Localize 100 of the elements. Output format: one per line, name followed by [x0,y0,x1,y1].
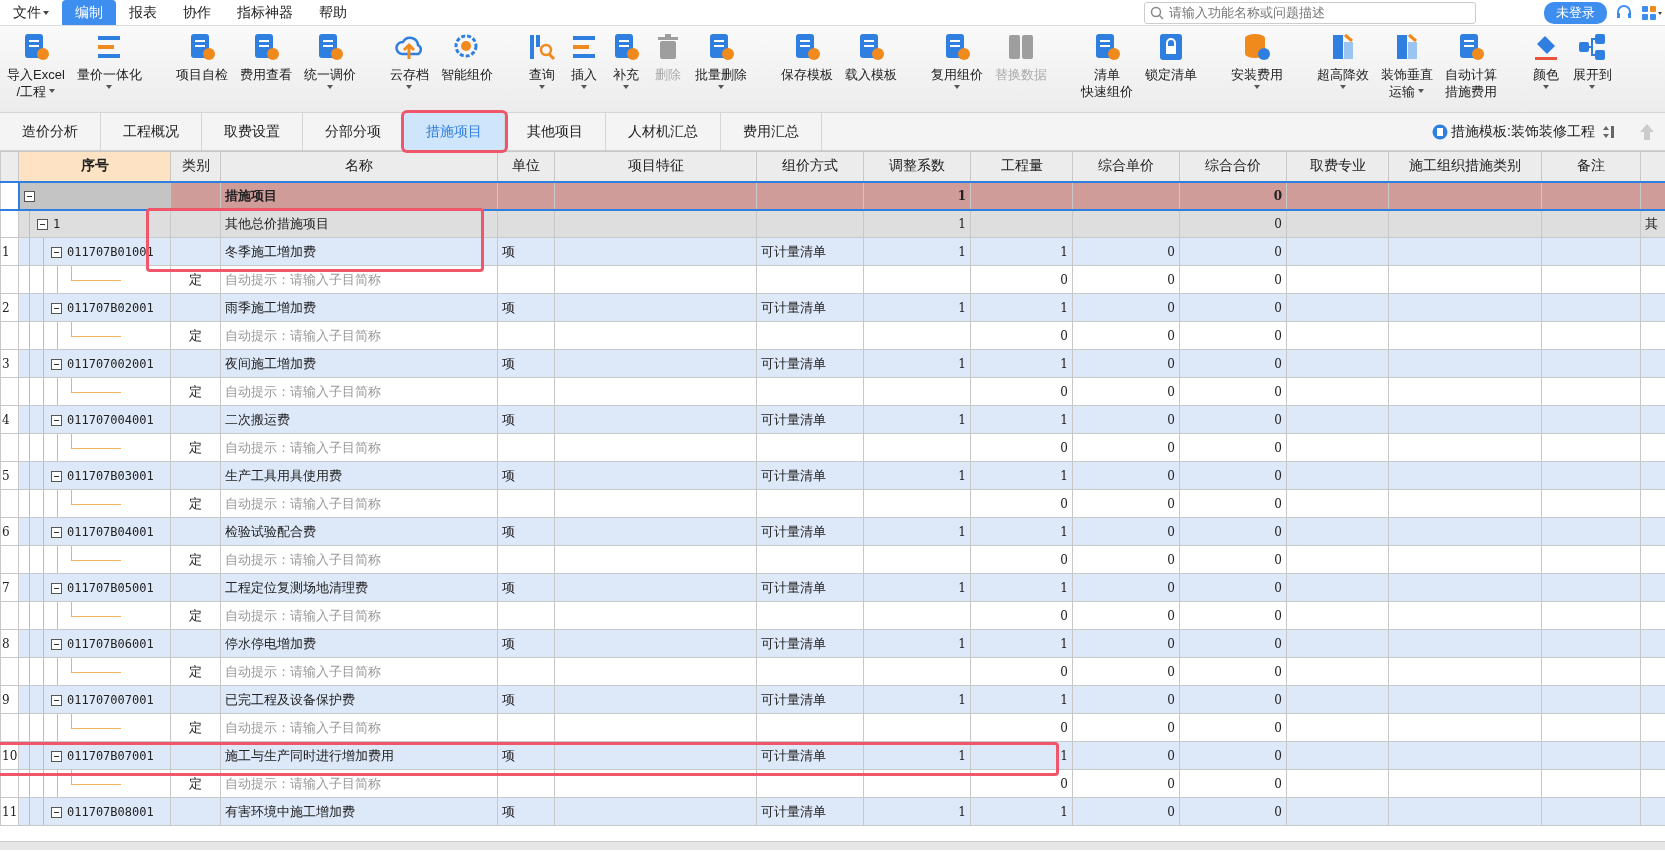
toolbar-button[interactable]: 清单 快速组价 [1077,26,1136,112]
toolbar-button[interactable]: 装饰垂直 运输 [1377,26,1436,112]
table-cell: 有害环境中施工增加费 [220,797,498,826]
table-cell: 1 [970,349,1073,378]
menu-item[interactable]: 报表 [116,0,170,25]
table-cell: 冬季施工增加费 [220,237,498,266]
row-code: 011707007001 [67,692,154,707]
column-header[interactable]: 备注 [1541,151,1641,182]
table-cell: 0 [1072,573,1180,602]
search-field[interactable]: 请输入功能名称或问题描述 [1144,1,1476,24]
table-cell: 1 [970,685,1073,714]
table-cell: 雨季施工增加费 [220,293,498,322]
column-header[interactable]: 综合合价 [1179,151,1287,182]
toolbar-button[interactable]: 锁定清单 [1141,26,1200,112]
toolbar-button[interactable]: 插入 [565,26,602,112]
sort-icon[interactable] [1602,123,1616,140]
collapse-icon[interactable] [51,414,62,426]
table-cell: 自动提示：请输入子目简称 [220,321,498,350]
toolbar-button[interactable]: 超高降效 [1313,26,1372,112]
collapse-icon[interactable] [51,526,62,538]
table-cell: 0 [1179,797,1287,826]
table-cell: 0 [970,601,1073,630]
collapse-icon[interactable] [51,358,62,370]
column-header[interactable]: 取费专业 [1286,151,1389,182]
table-cell: 1 [970,405,1073,434]
toolbar-button[interactable]: 颜色 [1527,26,1564,112]
row-code: 011707B07001 [67,748,154,763]
table-cell: 可计量清单 [756,237,864,266]
row-number: 2 [0,293,19,322]
collapse-icon[interactable] [23,190,35,202]
menu-item[interactable]: 指标神器 [224,0,306,25]
toolbar-button[interactable]: 费用查看 [236,26,295,112]
toolbar-button[interactable]: 智能组价 [437,26,496,112]
table-cell: 1 [863,629,971,658]
row-number: 4 [0,405,19,434]
apps-icon[interactable] [1641,4,1663,21]
collapse-icon[interactable] [51,582,62,594]
collapse-icon[interactable] [37,218,48,230]
table-cell: 0 [1179,545,1287,574]
table-cell: 1 [863,349,971,378]
toolbar-button[interactable]: 统一调价 [300,26,359,112]
tab[interactable]: 工程概况 [101,113,202,150]
template-label[interactable]: 措施模板:装饰装修工程 [1451,122,1595,141]
table-cell: 0 [1179,741,1287,770]
toolbar-button[interactable]: 载入模板 [841,26,900,112]
collapse-icon[interactable] [51,470,62,482]
tab[interactable]: 费用汇总 [721,113,822,150]
column-header[interactable]: 单位 [497,151,555,182]
tab[interactable]: 取费设置 [202,113,303,150]
toolbar-button[interactable]: 批量删除 [691,26,750,112]
toolbar-button[interactable]: 保存模板 [777,26,836,112]
row-number: 7 [0,573,19,602]
toolbar-button[interactable]: 项目自检 [172,26,231,112]
table-cell: 0 [1072,685,1180,714]
toolbar-button[interactable]: 补充 [607,26,644,112]
table-cell: 0 [1072,601,1180,630]
column-header[interactable]: 组价方式 [756,151,864,182]
column-header[interactable]: 施工组织措施类别 [1388,151,1542,182]
menu-item[interactable]: 文件 [0,0,62,25]
row-number: 1 [0,237,19,266]
column-header[interactable]: 调整系数 [863,151,971,182]
collapse-icon[interactable] [51,302,62,314]
table-cell: 0 [1072,769,1180,798]
column-header[interactable]: 综合单价 [1072,151,1180,182]
tab[interactable]: 其他项目 [505,113,606,150]
table-cell: 1 [863,181,971,210]
table-cell: 可计量清单 [756,461,864,490]
collapse-icon[interactable] [51,246,62,258]
toolbar-button[interactable]: 展开到 [1569,26,1615,112]
table-cell: 0 [1072,377,1180,406]
toolbar-button[interactable]: 导入Excel /工程 [4,26,68,112]
row-number: 5 [0,461,19,490]
column-header[interactable]: 名称 [220,151,498,182]
table-cell: 1 [863,209,971,238]
table-cell: 0 [1072,433,1180,462]
column-header[interactable]: 工程量 [970,151,1073,182]
collapse-icon[interactable] [51,638,62,650]
row-code: 011707B04001 [67,524,154,539]
toolbar-button[interactable]: 安装费用 [1227,26,1286,112]
toolbar-button[interactable]: 查询 [523,26,560,112]
collapse-icon[interactable] [51,694,62,706]
column-header[interactable]: 类别 [170,151,221,182]
row-code: 011707B06001 [67,636,154,651]
menu-item[interactable]: 帮助 [306,0,360,25]
table-cell: 1 [863,573,971,602]
table-cell: 自动提示：请输入子目简称 [220,433,498,462]
tab[interactable]: 人材机汇总 [606,113,721,150]
table-cell: 0 [1179,321,1287,350]
toolbar-button[interactable]: 量价一体化 [73,26,145,112]
table-cell: 0 [1179,629,1287,658]
table-cell: 1 [863,685,971,714]
collapse-icon[interactable] [51,750,62,762]
toolbar-button[interactable]: 自动计算 措施费用 [1441,26,1500,112]
menu-item[interactable]: 协作 [170,0,224,25]
tab[interactable]: 造价分析 [0,113,101,150]
collapse-icon[interactable] [51,806,62,818]
column-header[interactable]: 项目特征 [554,151,757,182]
toolbar-button[interactable]: 复用组价 [927,26,986,112]
column-header[interactable]: 序号 [18,151,171,182]
table-cell: 0 [1179,517,1287,546]
